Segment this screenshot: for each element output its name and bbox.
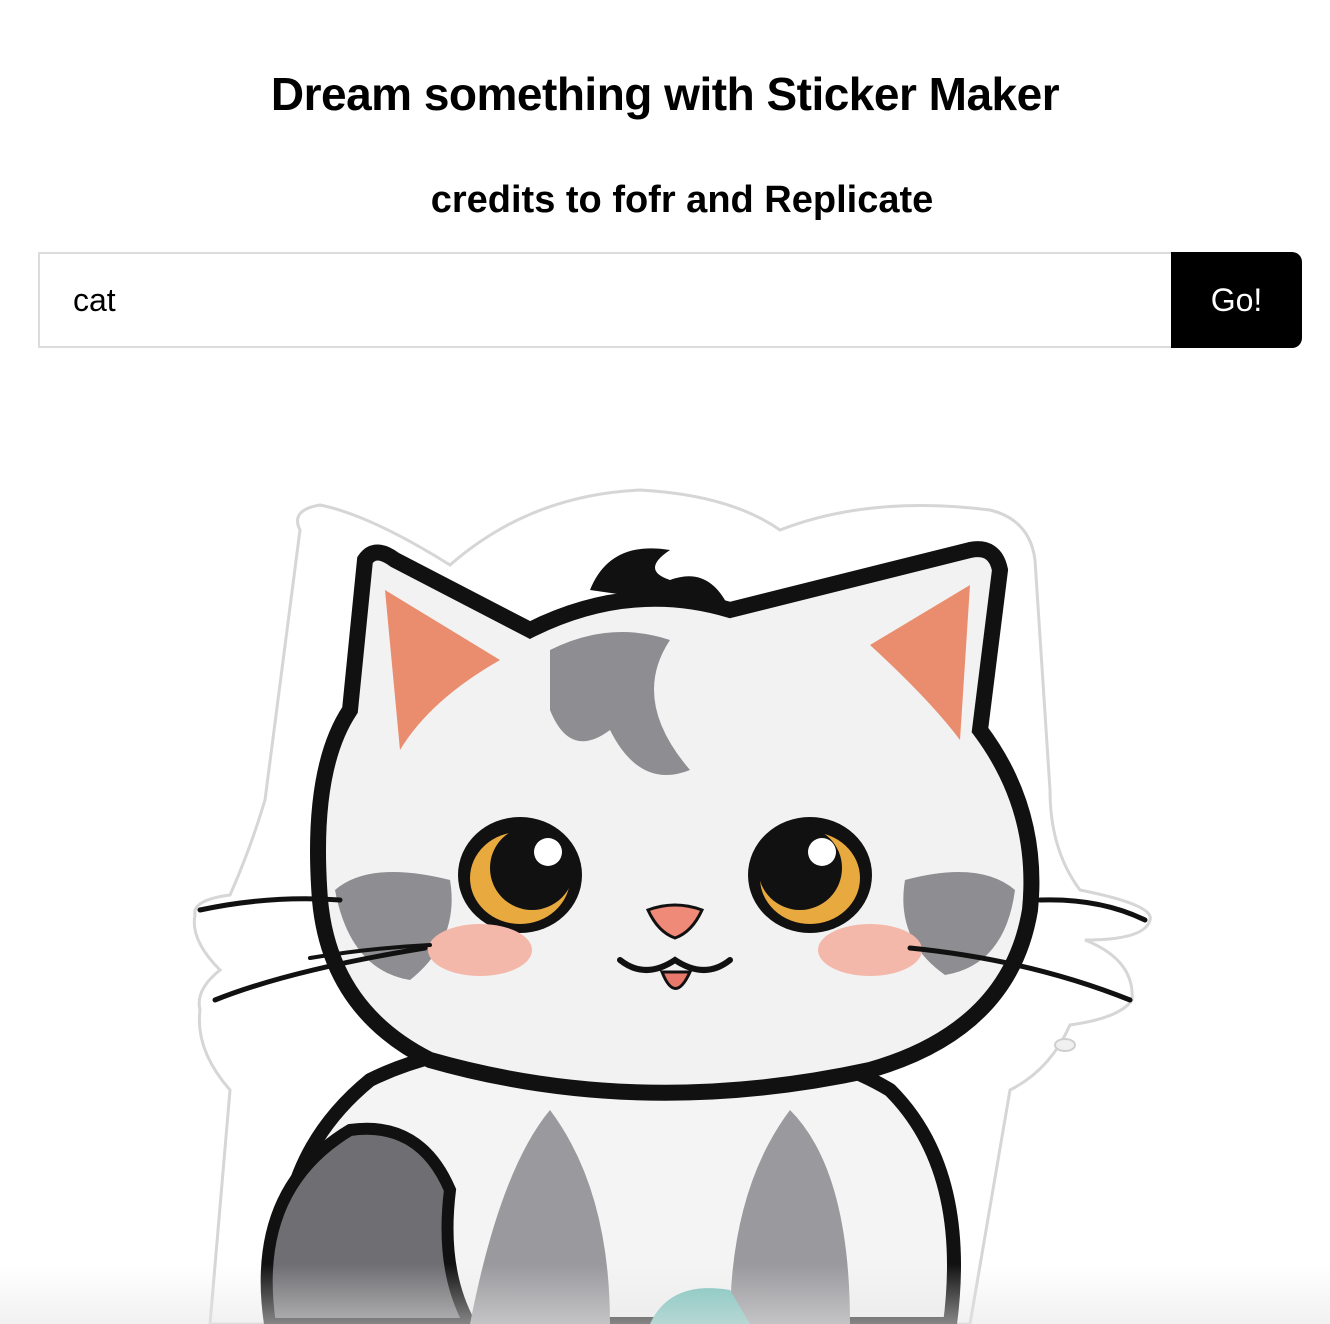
- cat-sticker-icon: [192, 488, 1152, 1324]
- credits-subtitle: credits to fofr and Replicate: [430, 179, 934, 221]
- go-button[interactable]: Go!: [1171, 252, 1302, 348]
- page-title: Dream something with Sticker Maker: [270, 68, 1060, 120]
- generated-sticker-image: [170, 470, 1170, 1324]
- prompt-input[interactable]: [38, 252, 1171, 348]
- prompt-form: Go!: [38, 252, 1302, 348]
